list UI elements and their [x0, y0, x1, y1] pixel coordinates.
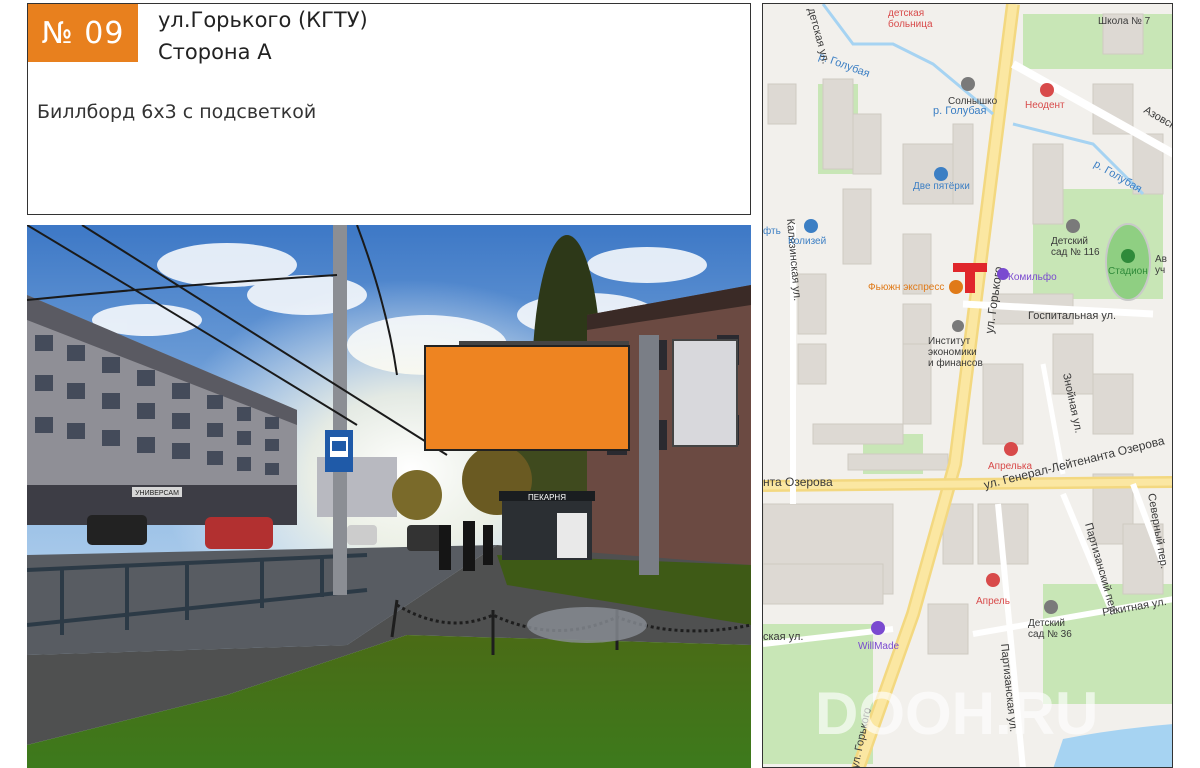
target-billboard: [424, 341, 630, 451]
poi-avu: Ав уч: [1155, 254, 1167, 276]
street-gospitalnaya: Госпитальная ул.: [1028, 310, 1116, 322]
bakery-kiosk: ПЕКАРНЯ: [499, 491, 595, 560]
puddle: [527, 607, 647, 643]
poi-dve-pyaterki: Две пятёрки: [913, 181, 970, 192]
location-side: Сторона А: [158, 40, 272, 64]
university-icon: [952, 320, 964, 332]
location-map: ул. Горького ул. Горького нта Озерова ул…: [762, 3, 1173, 768]
billboard-pole: [639, 335, 659, 575]
shop-icon: [961, 77, 975, 91]
billboard-description: Биллборд 6х3 с подсветкой: [37, 101, 317, 123]
poi-shkola: Школа № 7: [1098, 16, 1151, 27]
kindergarten-icon: [1066, 219, 1080, 233]
location-title: ул.Горького (КГТУ): [158, 8, 368, 32]
bakery-sign: ПЕКАРНЯ: [528, 493, 566, 502]
map-illustration: ул. Горького ул. Горького нта Озерова ул…: [763, 4, 1172, 767]
bus-stop-sign: [325, 430, 353, 472]
pedestrians: [439, 521, 493, 571]
poi-aftb: фть: [763, 225, 781, 237]
dentist-icon: [1040, 83, 1054, 97]
shop-sign: УНИВЕРСАМ: [135, 490, 179, 497]
poi-stadion: Стадион: [1108, 266, 1148, 277]
poi-solnyshko: Солнышко: [948, 96, 998, 107]
street-ozerova-west: нта Озерова: [763, 475, 833, 489]
neighbor-billboard: [672, 339, 738, 447]
poi-aprel: Апрель: [976, 596, 1010, 607]
street-pole: [333, 225, 347, 595]
poi-fusion: Фьюжн экспресс: [868, 282, 944, 293]
billboard-face: [424, 345, 630, 451]
poi-kolizey: Колизей: [788, 236, 826, 247]
shopping-icon: [934, 167, 948, 181]
beauty-icon: [997, 268, 1009, 280]
mall-icon: [804, 219, 818, 233]
poi-neodent: Неодент: [1025, 100, 1065, 111]
pharmacy-icon: [1004, 442, 1018, 456]
salon-icon: [871, 621, 885, 635]
poi-willmade: WillMade: [858, 641, 900, 652]
poi-komilfo: Комильфо: [1008, 271, 1057, 283]
stadium-icon: [1121, 249, 1135, 263]
info-panel: № 09 ул.Горького (КГТУ) Сторона А Биллбо…: [27, 3, 751, 215]
cafe-icon: [949, 280, 963, 294]
poi-aprelka: Апрелька: [988, 461, 1033, 472]
street-photo-illustration: УНИВЕРСАМ ПЕКАРНЯ: [27, 225, 751, 768]
kindergarten-icon-2: [1044, 600, 1058, 614]
street-skaya: ская ул.: [763, 631, 803, 643]
street-photo: УНИВЕРСАМ ПЕКАРНЯ: [27, 225, 751, 768]
watermark: DOOH.RU: [815, 680, 1098, 747]
location-number-badge: № 09: [28, 4, 138, 62]
pharmacy-icon-2: [986, 573, 1000, 587]
